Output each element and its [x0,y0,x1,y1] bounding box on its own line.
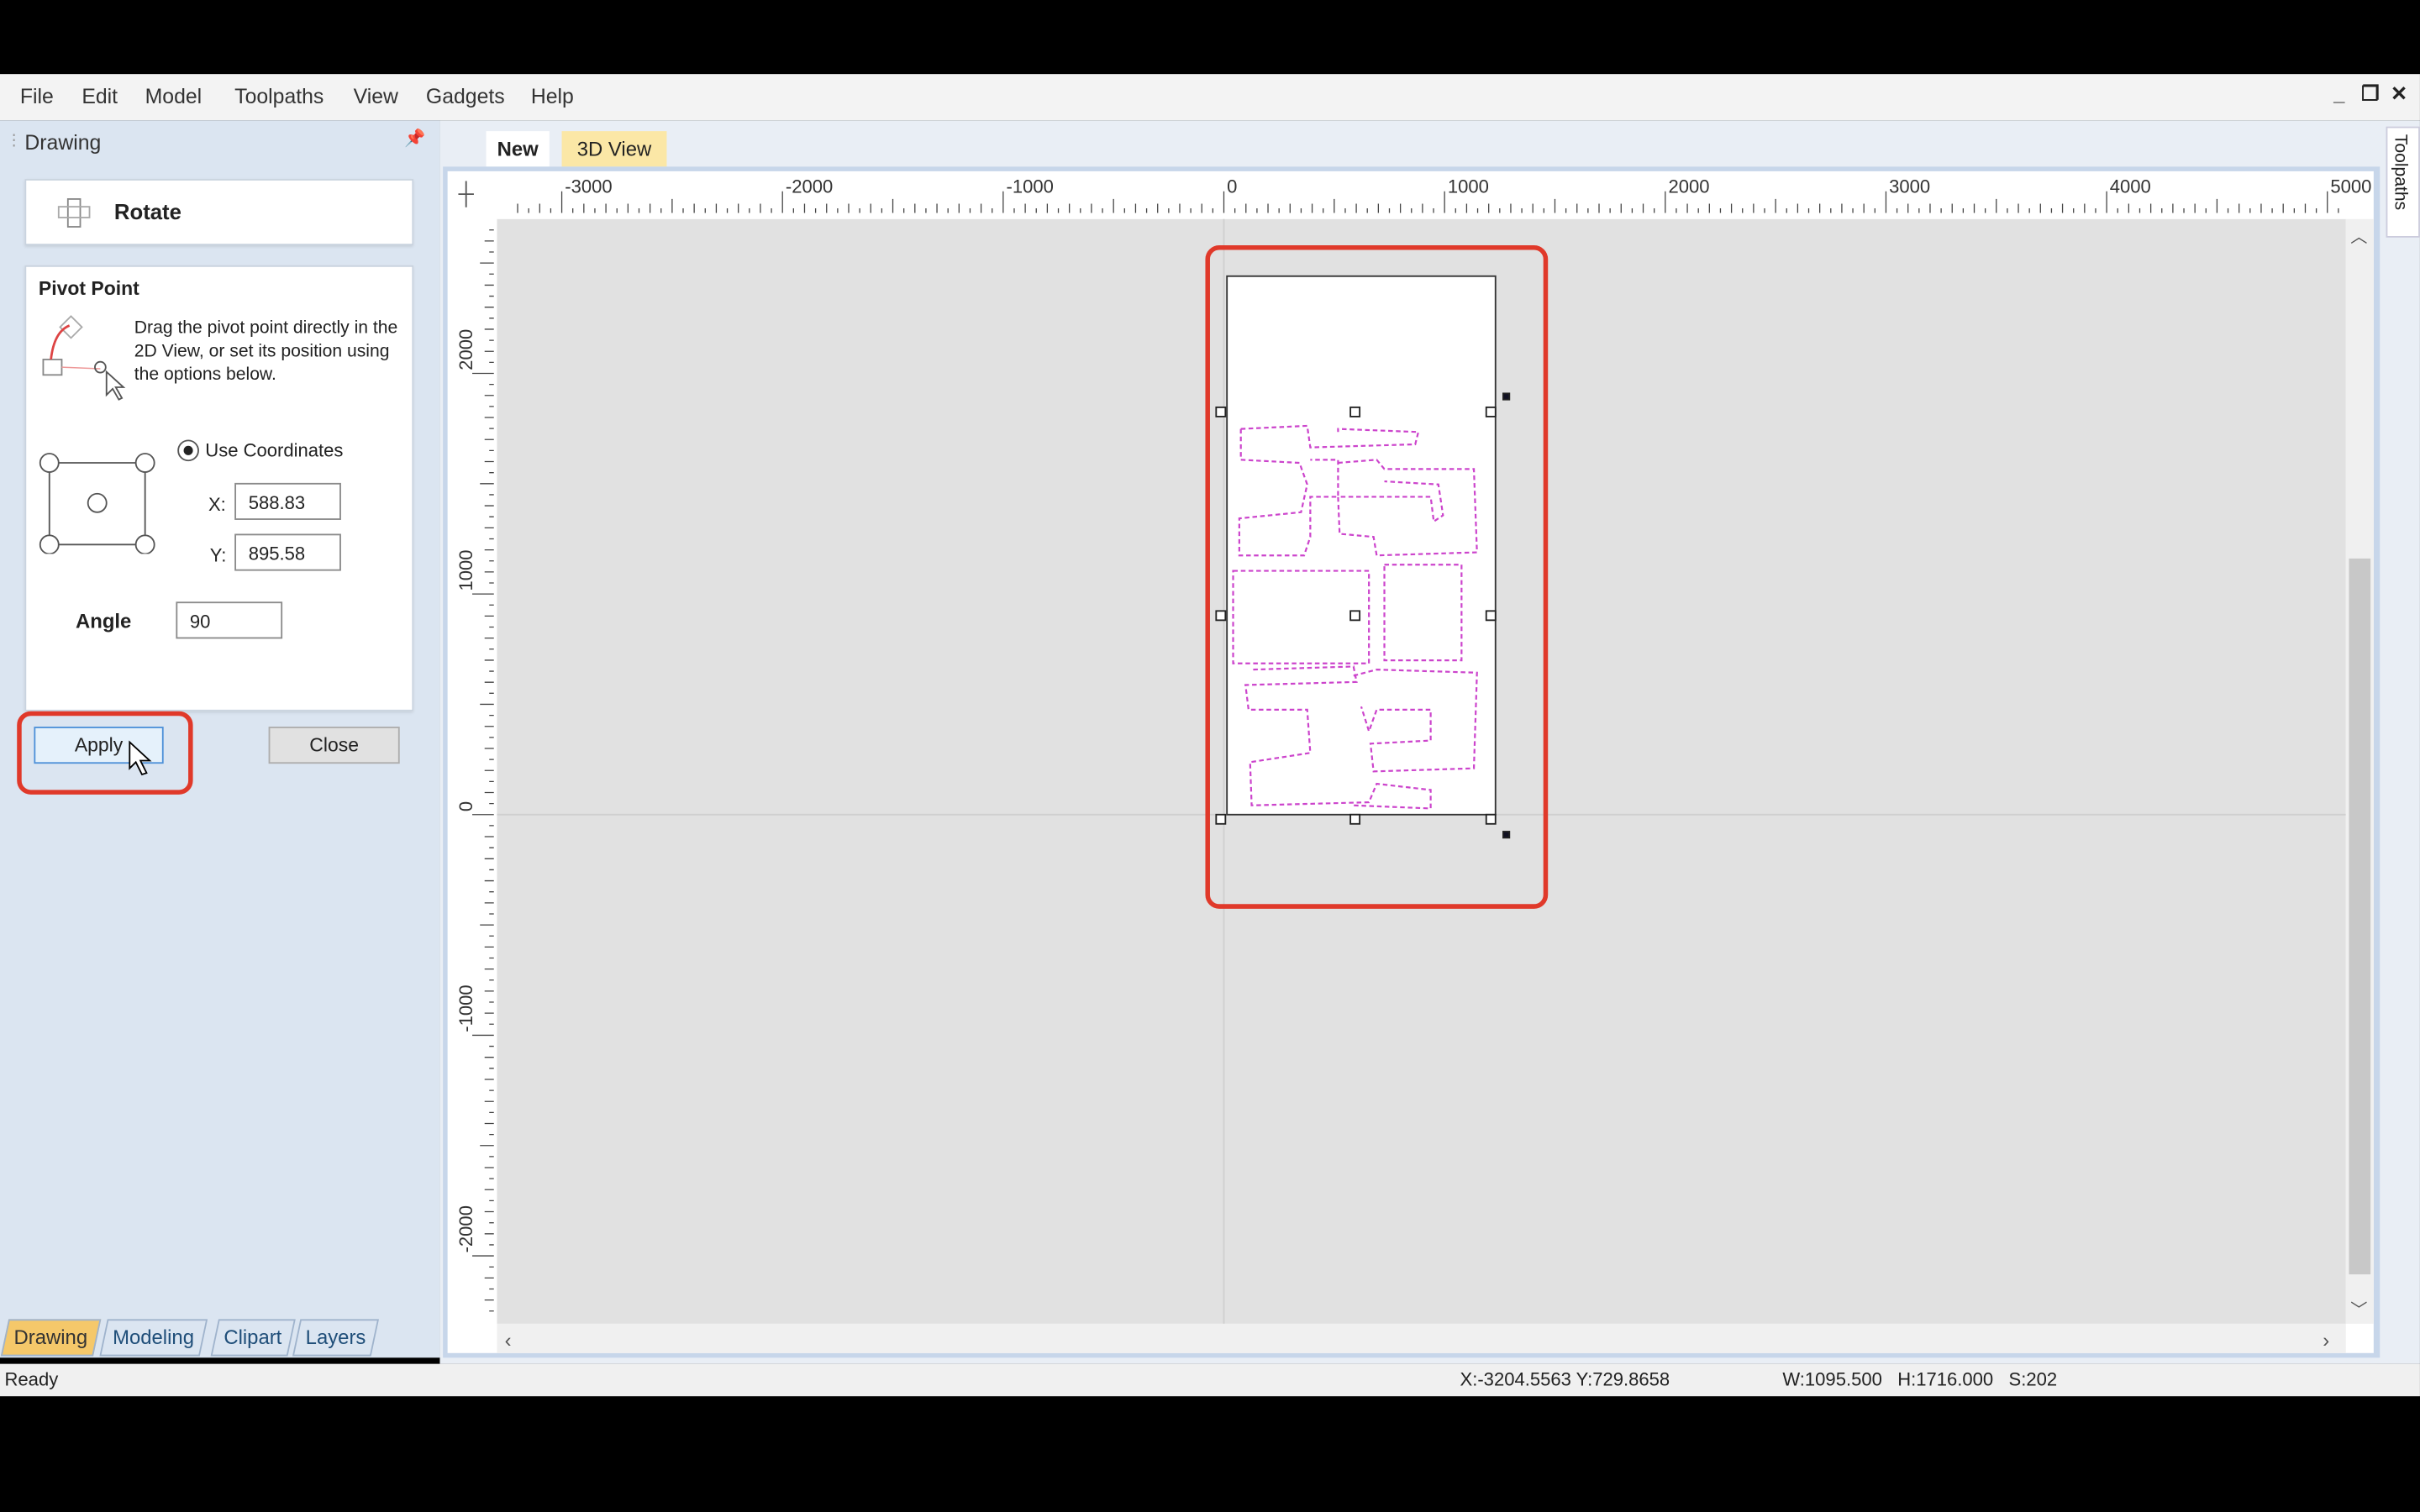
pivot-description: Drag the pivot point directly in the 2D … [134,319,398,385]
angle-input[interactable]: 90 [176,601,283,639]
ruler-y-label: 0 [455,801,476,811]
ruler-y-label: 2000 [455,329,476,370]
menu-view[interactable]: View [354,85,398,108]
toolpaths-side-tab[interactable]: Toolpaths [2386,126,2420,238]
menu-gadgets[interactable]: Gadgets [426,85,505,108]
ruler-origin-icon[interactable]: ┼ [457,181,474,207]
use-coordinates-label: Use Coordinates [205,439,344,462]
panel-title: Drawing [24,131,102,155]
menu-toolpaths[interactable]: Toolpaths [234,85,324,108]
menu-model[interactable]: Model [145,85,203,108]
ruler-x-label: 2000 [1668,176,1709,197]
menu-file[interactable]: File [20,85,54,108]
menu-bar: File Edit Model Toolpaths View Gadgets H… [0,74,2420,121]
tab-layers[interactable]: Layers [292,1319,380,1357]
y-label: Y: [209,544,227,567]
view-tab-3d[interactable]: 3D View [561,131,667,167]
close-window-button[interactable]: ✕ [2391,81,2407,106]
app-window: File Edit Model Toolpaths View Gadgets H… [0,0,2420,1512]
menu-edit[interactable]: Edit [82,85,118,108]
scroll-up-icon[interactable]: ︿ [2350,228,2367,246]
ruler-top: -3000 -2000 -1000 0 1000 2000 3000 4000 5000 [493,172,2371,213]
minimize-button[interactable]: _ [2333,81,2344,105]
scroll-down-icon[interactable]: ﹀ [2350,1301,2367,1320]
rotate-tool-icon [57,198,91,228]
horizontal-scrollbar[interactable] [497,1323,2346,1353]
grip-icon[interactable]: ⋮ [6,133,21,150]
ruler-left: 2000 1000 0 -1000 -2000 [450,216,494,1324]
pivot-center[interactable] [87,492,108,513]
ruler-x-label: -1000 [1007,176,1054,197]
ruler-x-label: -2000 [786,176,833,197]
rotate-tool-header: Rotate [24,179,414,246]
pivot-illustration-icon [42,315,126,401]
ruler-x-label: 5000 [2330,176,2371,197]
tab-drawing[interactable]: Drawing [0,1319,101,1357]
ruler-x-label: 4000 [2110,176,2151,197]
selection-size: W:1095.500 H:1716.000 S:202 [1782,1368,2058,1390]
ruler-y-label: -1000 [455,984,476,1032]
angle-label: Angle [75,609,132,633]
restore-button[interactable]: ❐ [2361,81,2379,106]
use-coordinates-radio[interactable] [177,439,199,462]
menu-help[interactable]: Help [531,85,574,108]
pivot-top-right[interactable] [134,453,155,473]
close-button[interactable]: Close [268,727,400,764]
drawing-panel: ⋮ Drawing 📌 Rotate Pivot Point Drag the … [0,120,440,1358]
pivot-position-selector[interactable] [35,449,159,554]
pivot-heading: Pivot Point [38,277,139,300]
ruler-y-label: 1000 [455,549,476,591]
status-ready: Ready [4,1368,59,1390]
ruler-x-label: 0 [1227,176,1237,197]
scroll-right-icon[interactable]: › [2323,1329,2329,1352]
vertical-scroll-thumb[interactable] [2349,558,2371,1275]
pivot-y-input[interactable]: 895.58 [234,533,341,571]
ruler-x-label: -3000 [565,176,612,197]
pivot-bottom-left[interactable] [39,534,60,554]
cursor-coordinates: X:-3204.5563 Y:729.8658 [1460,1368,1670,1390]
pivot-point-section: Pivot Point Drag the pivot point directl… [24,265,414,711]
x-label: X: [208,493,226,516]
scroll-left-icon[interactable]: ‹ [505,1329,512,1352]
pivot-top-left[interactable] [39,453,60,473]
tab-modeling[interactable]: Modeling [99,1319,208,1357]
ruler-x-label: 3000 [1889,176,1930,197]
pivot-x-input[interactable]: 588.83 [234,482,341,520]
tool-title: Rotate [113,198,182,224]
ruler-y-label: -2000 [455,1205,476,1252]
pivot-bottom-right[interactable] [134,534,155,554]
pin-icon[interactable]: 📌 [404,128,425,148]
apply-highlight [17,711,193,795]
tab-clipart[interactable]: Clipart [210,1319,296,1357]
selection-highlight [1205,245,1549,909]
view-tab-new[interactable]: New [486,131,550,167]
status-bar: Ready X:-3204.5563 Y:729.8658 W:1095.500… [0,1363,2420,1397]
ruler-x-label: 1000 [1448,176,1489,197]
